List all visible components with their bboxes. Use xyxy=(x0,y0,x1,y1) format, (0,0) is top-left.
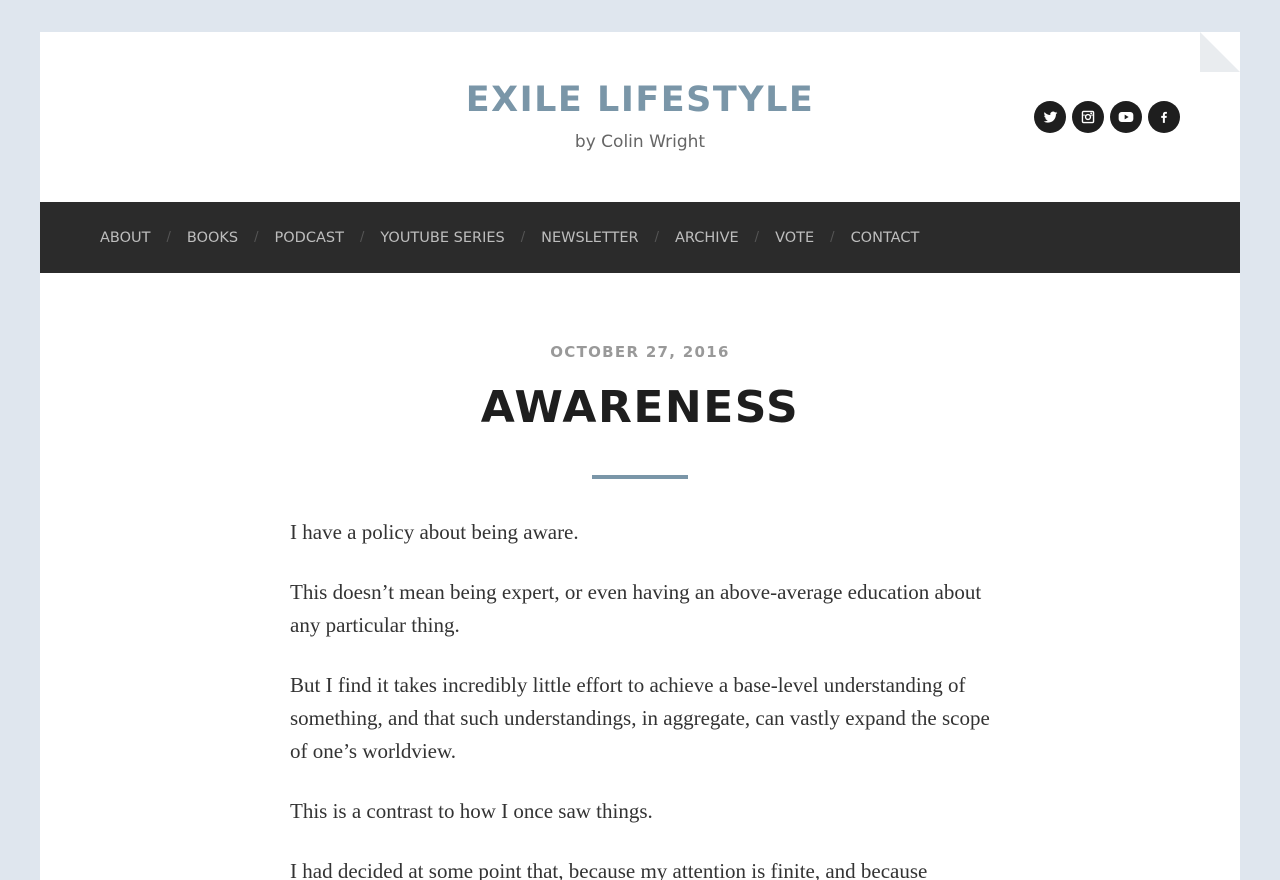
facebook-icon xyxy=(1161,111,1167,123)
instagram-link[interactable] xyxy=(1072,101,1104,133)
post-content: I have a policy about being aware. This … xyxy=(290,516,990,880)
post-date[interactable]: OCTOBER 27, 2016 xyxy=(40,342,1240,362)
post-paragraph: But I find it takes incredibly little ef… xyxy=(290,673,990,763)
title-divider xyxy=(592,475,688,479)
post-paragraph: This is a contrast to how I once saw thi… xyxy=(290,799,653,823)
nav-item-podcast[interactable]: PODCAST xyxy=(275,228,344,248)
nav-separator: / xyxy=(166,229,171,245)
post-paragraph: I had decided at some point that, becaus… xyxy=(290,859,928,880)
youtube-icon xyxy=(1118,112,1134,122)
post-paragraph: This doesn’t mean being expert, or even … xyxy=(290,580,982,637)
nav-item-archive[interactable]: ARCHIVE xyxy=(675,228,739,248)
main-navigation: ABOUT / BOOKS / PODCAST / YOUTUBE SERIES… xyxy=(40,202,1240,273)
twitter-icon xyxy=(1043,111,1057,123)
site-header: EXILE LIFESTYLE by Colin Wright xyxy=(40,32,1240,202)
nav-separator: / xyxy=(254,229,259,245)
youtube-link[interactable] xyxy=(1110,101,1142,133)
nav-separator: / xyxy=(830,229,835,245)
nav-separator: / xyxy=(520,229,526,245)
nav-item-books[interactable]: BOOKS xyxy=(187,228,238,248)
site-tagline: by Colin Wright xyxy=(574,132,706,152)
nav-item-contact[interactable]: CONTACT xyxy=(851,228,920,248)
nav-item-newsletter[interactable]: NEWSLETTER xyxy=(541,228,639,248)
post-title: AWARENESS xyxy=(480,382,800,433)
nav-separator: / xyxy=(654,229,659,245)
social-links xyxy=(1034,101,1180,133)
instagram-icon xyxy=(1081,110,1095,124)
nav-item-youtube-series[interactable]: YOUTUBE SERIES xyxy=(380,228,504,248)
twitter-link[interactable] xyxy=(1034,101,1066,133)
page-container: EXILE LIFESTYLE by Colin Wright ABOUT / … xyxy=(40,32,1240,880)
nav-item-vote[interactable]: VOTE xyxy=(775,228,814,248)
nav-separator: / xyxy=(359,229,365,245)
nav-item-about[interactable]: ABOUT xyxy=(100,228,151,248)
nav-separator: / xyxy=(754,229,760,245)
facebook-link[interactable] xyxy=(1148,101,1180,133)
post-paragraph: I have a policy about being aware. xyxy=(290,520,579,544)
